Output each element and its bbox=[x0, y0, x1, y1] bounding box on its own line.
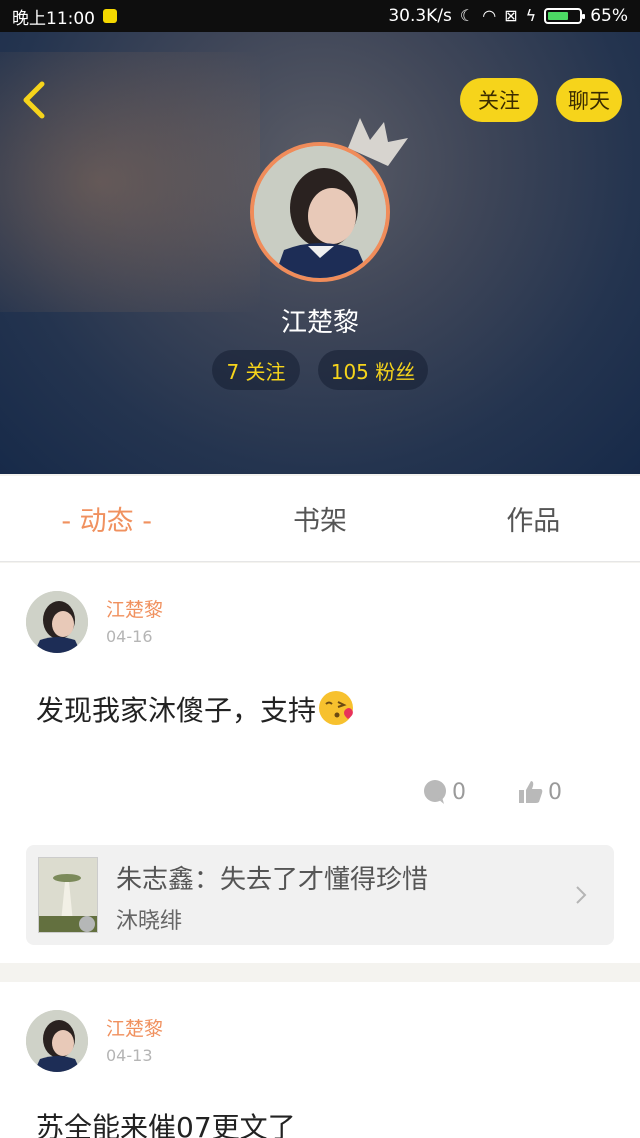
profile-tabs: - 动态 - 书架 作品 bbox=[0, 476, 640, 562]
comment-count: 0 bbox=[452, 779, 466, 805]
chat-button[interactable]: 聊天 bbox=[556, 78, 622, 122]
book-cover bbox=[38, 857, 98, 933]
avatar-photo bbox=[26, 1010, 88, 1072]
no-sim-icon: ⊠ bbox=[504, 6, 518, 25]
tab-works[interactable]: 作品 bbox=[427, 476, 640, 561]
network-speed: 30.3K/s bbox=[388, 6, 452, 26]
comment-icon bbox=[424, 780, 446, 804]
comment-button[interactable]: 0 bbox=[422, 779, 466, 805]
thumbs-up-icon bbox=[519, 781, 543, 803]
chevron-right-icon bbox=[576, 886, 587, 904]
avatar[interactable] bbox=[26, 591, 88, 653]
avatar-photo bbox=[26, 591, 88, 653]
post-date: 04-13 bbox=[106, 1046, 153, 1065]
post-card: 江楚黎 04-16 发现我家沐傻子，支持 0 0 朱志鑫：失去了才懂得珍惜 沐晓… bbox=[0, 563, 640, 963]
charging-icon: ϟ bbox=[525, 6, 537, 25]
like-count: 0 bbox=[548, 779, 562, 805]
post-text-content: 发现我家沐傻子，支持 bbox=[36, 694, 317, 727]
back-arrow-icon bbox=[23, 81, 45, 119]
back-button[interactable] bbox=[14, 76, 54, 124]
post-card: 江楚黎 04-13 苏全能来催07更文了 bbox=[0, 982, 640, 1138]
follow-button[interactable]: 关注 bbox=[460, 78, 538, 122]
moon-icon: ☾ bbox=[459, 6, 475, 25]
fans-count[interactable]: 105 粉丝 bbox=[318, 350, 428, 390]
following-count[interactable]: 7 关注 bbox=[212, 350, 300, 390]
post-date: 04-16 bbox=[106, 627, 153, 646]
battery-icon bbox=[544, 8, 586, 24]
book-link-card[interactable]: 朱志鑫：失去了才懂得珍惜 沐晓绯 bbox=[26, 845, 614, 945]
like-button[interactable]: 0 bbox=[518, 779, 562, 805]
battery-percent: 65% bbox=[590, 6, 628, 26]
book-title: 朱志鑫：失去了才懂得珍惜 bbox=[116, 865, 429, 895]
profile-user-name: 江楚黎 bbox=[280, 308, 359, 338]
post-author[interactable]: 江楚黎 bbox=[106, 1014, 163, 1041]
avatar[interactable] bbox=[26, 1010, 88, 1072]
book-author: 沐晓绯 bbox=[116, 909, 183, 934]
profile-header: 关注 聊天 江楚黎 7 关注 105 粉丝 bbox=[0, 32, 640, 474]
wifi-icon: ◠ bbox=[482, 6, 497, 25]
post-text: 发现我家沐傻子，支持 bbox=[36, 689, 356, 729]
wechat-notification-icon bbox=[103, 9, 117, 23]
post-author[interactable]: 江楚黎 bbox=[106, 595, 163, 622]
avatar-photo bbox=[254, 146, 386, 278]
status-bar: 晚上11:00 30.3K/s ☾ ◠ ⊠ ϟ 65% bbox=[0, 0, 640, 32]
profile-avatar[interactable] bbox=[250, 142, 390, 282]
post-text: 苏全能来催07更文了 bbox=[36, 1111, 296, 1138]
tab-activity[interactable]: - 动态 - bbox=[0, 476, 213, 561]
kiss-emoji-icon bbox=[319, 691, 354, 725]
tab-bookshelf[interactable]: 书架 bbox=[213, 476, 426, 561]
status-time: 晚上11:00 bbox=[12, 8, 95, 29]
